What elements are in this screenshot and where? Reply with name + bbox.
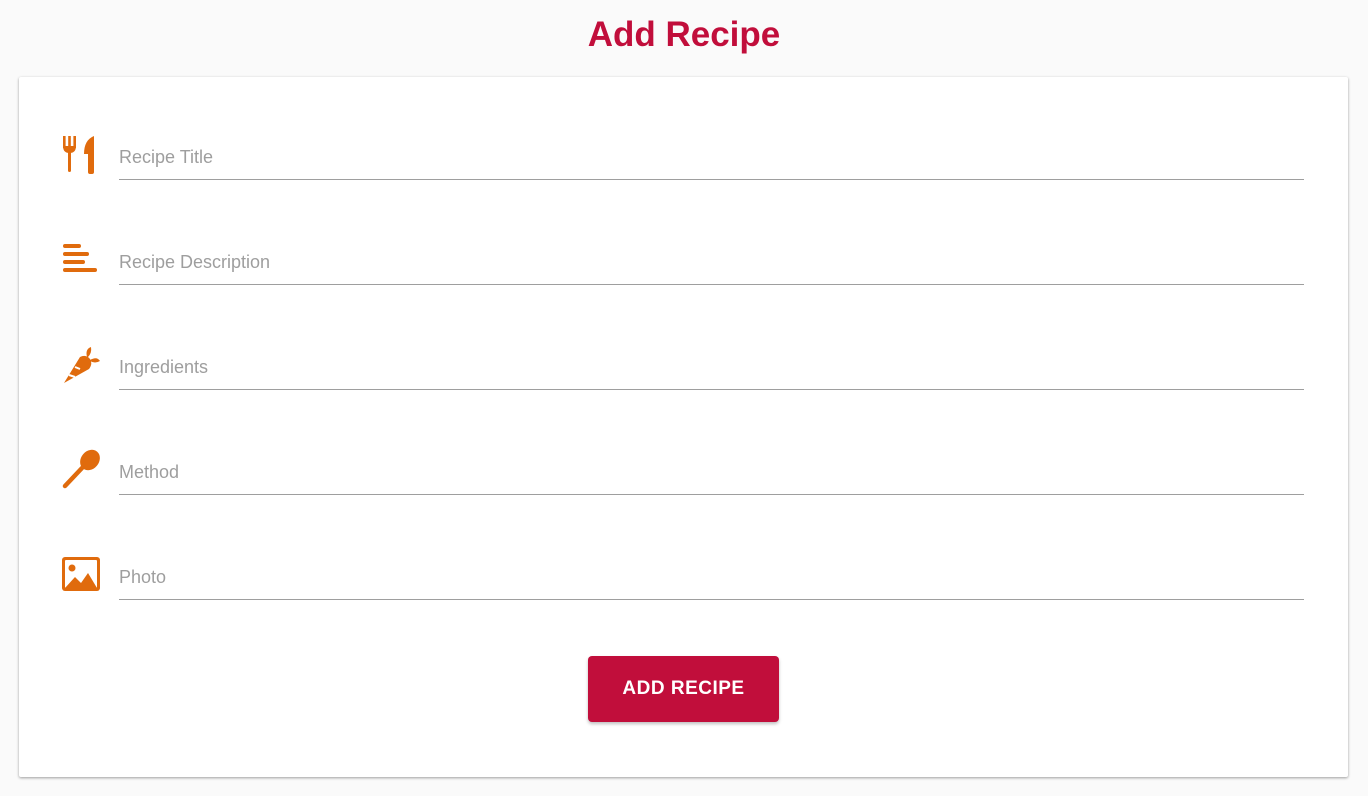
image-icon (61, 552, 105, 596)
notes-icon (61, 237, 105, 281)
add-recipe-button[interactable]: ADD RECIPE (588, 656, 779, 722)
recipe-form-card: ADD RECIPE (19, 77, 1348, 777)
photo-input[interactable] (119, 556, 1304, 600)
recipe-title-field (61, 132, 1304, 192)
spoon-icon (61, 447, 105, 491)
page: Add Recipe Recipe Title Recipe Descripti… (0, 0, 1368, 796)
photo-field (61, 552, 1304, 612)
recipe-description-field (61, 237, 1304, 297)
ingredients-input[interactable] (119, 346, 1304, 390)
restaurant-icon (61, 132, 105, 176)
page-title: Add Recipe (587, 15, 781, 54)
method-input[interactable] (119, 451, 1304, 495)
ingredients-field (61, 342, 1304, 402)
carrot-icon (61, 342, 105, 386)
recipe-title-input[interactable] (119, 136, 1304, 180)
recipe-description-input[interactable] (119, 241, 1304, 285)
submit-container: ADD RECIPE (19, 656, 1348, 722)
method-field (61, 447, 1304, 507)
